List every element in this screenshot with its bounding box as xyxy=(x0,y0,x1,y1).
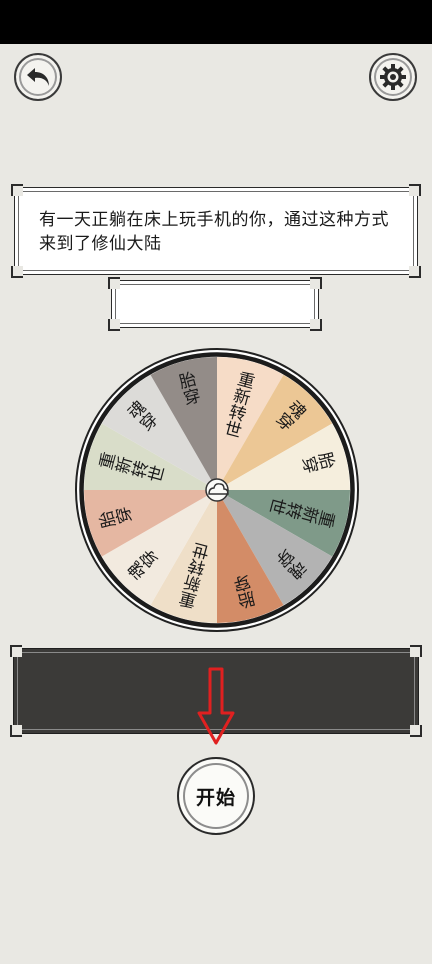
frame-corner xyxy=(11,266,23,278)
back-button[interactable] xyxy=(14,53,62,101)
frame-corner xyxy=(10,645,22,657)
frame-corner xyxy=(409,266,421,278)
frame-corner xyxy=(11,184,23,196)
story-text: 有一天正躺在床上玩手机的你，通过这种方式来到了修仙大陆 xyxy=(39,210,389,254)
cloud-ornament-icon xyxy=(205,478,229,502)
frame-corner xyxy=(108,319,120,331)
down-arrow-icon xyxy=(197,667,235,745)
start-button[interactable]: 开始 xyxy=(177,757,255,835)
frame-corner xyxy=(108,277,120,289)
frame-corner xyxy=(409,184,421,196)
back-arrow-icon xyxy=(27,68,49,86)
gear-icon xyxy=(380,64,406,90)
frame-corner xyxy=(310,319,322,331)
spin-wheel[interactable]: 重新转世魂穿胎穿重新转世魂穿胎穿重新转世魂穿胎穿重新转世魂穿胎穿 xyxy=(75,348,359,632)
status-bar xyxy=(0,0,432,44)
frame-corner xyxy=(410,645,422,657)
story-panel: 有一天正躺在床上玩手机的你，通过这种方式来到了修仙大陆 xyxy=(11,184,421,278)
frame-corner xyxy=(410,725,422,737)
settings-button[interactable] xyxy=(369,53,417,101)
start-button-label: 开始 xyxy=(195,786,236,809)
frame-corner xyxy=(310,277,322,289)
result-panel xyxy=(108,277,322,331)
frame-corner xyxy=(10,725,22,737)
